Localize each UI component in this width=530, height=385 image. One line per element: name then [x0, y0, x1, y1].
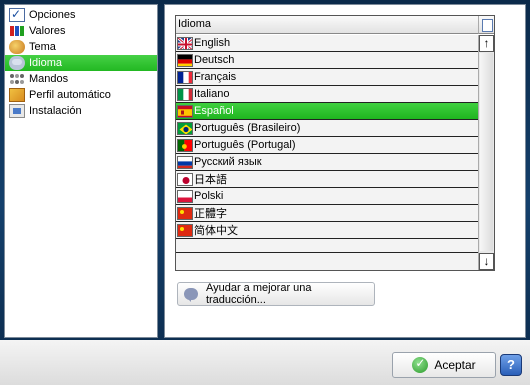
palette-icon — [9, 40, 25, 54]
speech-bubble-icon — [9, 56, 25, 70]
germany-flag-icon — [177, 53, 193, 67]
brazil-flag-icon — [177, 121, 193, 135]
sidebar-item-label: Idioma — [29, 57, 63, 69]
china-flag-icon — [177, 206, 193, 220]
scroll-up-arrow-icon[interactable]: ↑ — [479, 35, 494, 52]
list-item-english[interactable]: English — [176, 35, 478, 52]
list-item-label: 正體字 — [194, 208, 227, 220]
language-rows: English Deutsch Français Italiano Españo… — [176, 35, 478, 256]
controller-icon — [9, 72, 25, 86]
accept-button[interactable]: Aceptar — [392, 352, 496, 378]
japan-flag-icon — [177, 172, 193, 186]
portugal-flag-icon — [177, 138, 193, 152]
list-item-label: Português (Portugal) — [194, 139, 296, 151]
list-item-deutsch[interactable]: Deutsch — [176, 52, 478, 69]
sidebar-item-instalacion[interactable]: Instalación — [5, 103, 157, 119]
sidebar-item-opciones[interactable]: Opciones — [5, 7, 157, 23]
list-item-italiano[interactable]: Italiano — [176, 86, 478, 103]
values-icon — [9, 24, 25, 38]
list-header[interactable]: Idioma — [176, 16, 478, 34]
sidebar-item-valores[interactable]: Valores — [5, 23, 157, 39]
accept-label: Aceptar — [434, 358, 476, 372]
spain-flag-icon — [177, 104, 193, 118]
vertical-scrollbar[interactable]: ↑ ↓ — [478, 35, 494, 270]
profile-icon — [9, 88, 25, 102]
sidebar-item-mandos[interactable]: Mandos — [5, 71, 157, 87]
language-panel: Idioma English Deutsch Français Italiano… — [164, 4, 526, 338]
scroll-down-arrow-icon[interactable]: ↓ — [479, 253, 494, 270]
list-item-polski[interactable]: Polski — [176, 188, 478, 205]
list-item-russkiy[interactable]: Русский язык — [176, 154, 478, 171]
sidebar-item-perfil-automatico[interactable]: Perfil automático — [5, 87, 157, 103]
list-item-label: Polski — [194, 190, 224, 202]
list-item-japanese[interactable]: 日本語 — [176, 171, 478, 188]
list-item-label: Русский язык — [194, 156, 262, 168]
help-translate-button[interactable]: Ayudar a mejorar una traducción... — [177, 282, 375, 306]
list-item-simplified-chinese[interactable]: 简体中文 — [176, 222, 478, 239]
list-item-label: Español — [194, 105, 234, 117]
list-item-label: 简体中文 — [194, 225, 238, 237]
russia-flag-icon — [177, 155, 193, 169]
sidebar-item-label: Tema — [29, 41, 56, 53]
list-item-portugues-brasileiro[interactable]: Português (Brasileiro) — [176, 120, 478, 137]
list-footer — [176, 252, 478, 270]
scrollbar-thumb[interactable] — [480, 53, 493, 251]
list-item-label: 日本語 — [194, 174, 227, 186]
sidebar-item-label: Instalación — [29, 105, 82, 117]
help-icon[interactable]: ? — [500, 354, 522, 376]
install-icon — [9, 104, 25, 118]
sidebar-item-label: Mandos — [29, 73, 69, 85]
bottom-bar: Aceptar ? — [0, 340, 530, 385]
settings-sidebar: Opciones Valores Tema Idioma Mandos Perf… — [4, 4, 158, 338]
page-icon[interactable] — [478, 16, 494, 34]
list-item-label: English — [194, 37, 231, 49]
language-list: Idioma English Deutsch Français Italiano… — [175, 15, 495, 271]
checkmark-icon — [412, 356, 429, 373]
uk-flag-icon — [177, 36, 193, 50]
sidebar-item-label: Valores — [29, 25, 66, 37]
speech-bubble-icon — [184, 288, 198, 302]
list-item-label: Français — [194, 71, 237, 83]
poland-flag-icon — [177, 189, 193, 203]
list-item-traditional-chinese[interactable]: 正體字 — [176, 205, 478, 222]
list-item-label: Português (Brasileiro) — [194, 122, 301, 134]
list-item-portugues-portugal[interactable]: Português (Portugal) — [176, 137, 478, 154]
italy-flag-icon — [177, 87, 193, 101]
list-item-label: Deutsch — [194, 54, 235, 66]
sidebar-item-tema[interactable]: Tema — [5, 39, 157, 55]
help-translate-label: Ayudar a mejorar una traducción... — [205, 282, 312, 306]
list-item-francais[interactable]: Français — [176, 69, 478, 86]
list-item-label: Italiano — [194, 88, 230, 100]
sidebar-item-idioma[interactable]: Idioma — [5, 55, 157, 71]
sidebar-item-label: Perfil automático — [29, 89, 111, 101]
checkbox-icon — [9, 7, 25, 22]
china-flag-icon — [177, 223, 193, 237]
main-area: Opciones Valores Tema Idioma Mandos Perf… — [0, 0, 530, 340]
france-flag-icon — [177, 70, 193, 84]
list-item-espanol[interactable]: Español — [176, 103, 478, 120]
sidebar-item-label: Opciones — [29, 9, 76, 21]
